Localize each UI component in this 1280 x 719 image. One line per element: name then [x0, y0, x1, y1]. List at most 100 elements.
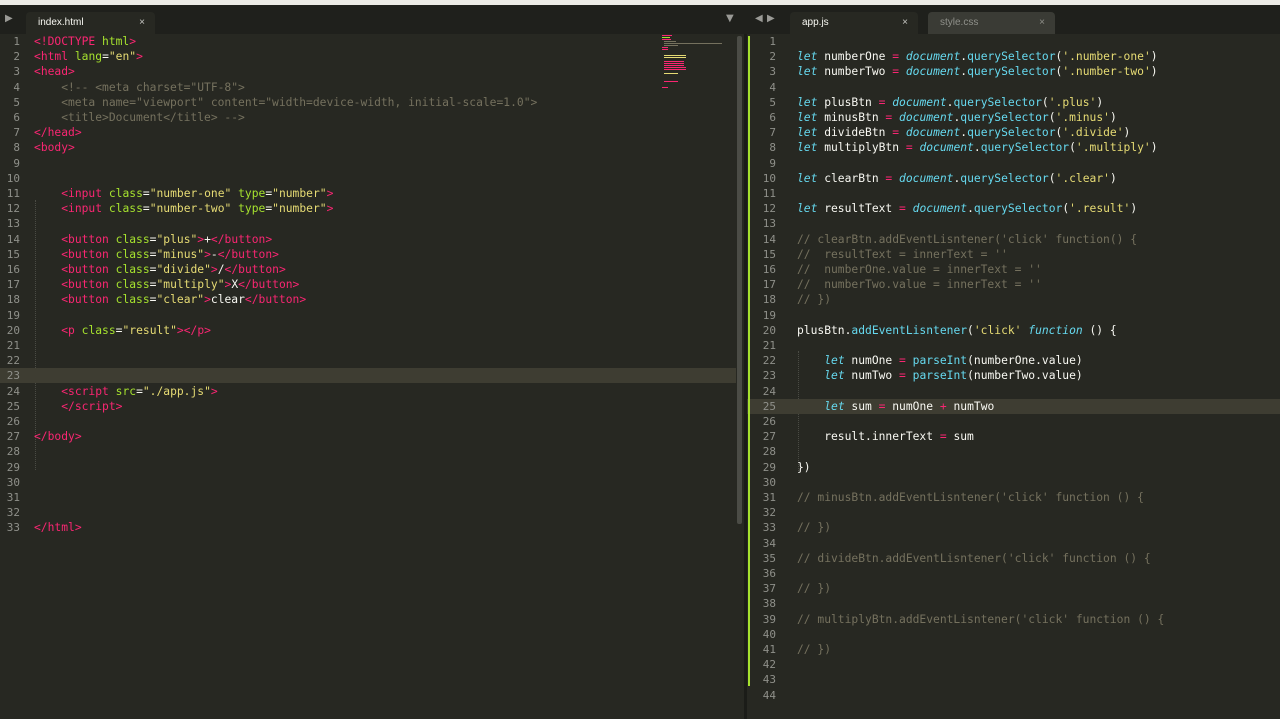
code-line[interactable]: 44	[747, 688, 1280, 703]
code-line[interactable]: 2 let numberOne = document.querySelector(…	[747, 49, 1280, 64]
code-line[interactable]: 39 // multiplyBtn.addEventLisntener('clic…	[747, 612, 1280, 627]
code-token: /	[217, 263, 225, 276]
code-line[interactable]: 30	[747, 475, 1280, 490]
code-line[interactable]: 3 <head>	[0, 64, 736, 79]
code-line[interactable]: 11	[747, 186, 1280, 201]
tab-style-css[interactable]: style.css ×	[928, 12, 1055, 34]
code-line[interactable]: 1	[747, 34, 1280, 49]
code-line[interactable]: 29	[0, 460, 736, 475]
code-line[interactable]: 18 <button class="clear">clear</button>	[0, 292, 736, 307]
tab-app-js[interactable]: app.js ×	[790, 12, 918, 34]
code-line[interactable]: 34	[747, 536, 1280, 551]
code-line[interactable]: 32	[0, 505, 736, 520]
code-line[interactable]: 33 // })	[747, 520, 1280, 535]
code-text: <head>	[34, 64, 75, 79]
code-line[interactable]: 3 let numberTwo = document.querySelector(…	[747, 64, 1280, 79]
tab-dropdown-icon[interactable]: ▼	[726, 13, 734, 25]
code-line[interactable]: 14 <button class="plus">+</button>	[0, 232, 736, 247]
code-line[interactable]: 36	[747, 566, 1280, 581]
code-line[interactable]: 8 <body>	[0, 140, 736, 155]
code-line[interactable]: 26	[747, 414, 1280, 429]
code-line[interactable]: 22 let numOne = parseInt(numberOne.value…	[747, 353, 1280, 368]
code-line[interactable]: 9	[747, 156, 1280, 171]
code-line[interactable]: 22	[0, 353, 736, 368]
close-icon[interactable]: ×	[1039, 12, 1045, 34]
code-line[interactable]: 6 let minusBtn = document.querySelector('…	[747, 110, 1280, 125]
code-line[interactable]: 7 let divideBtn = document.querySelector(…	[747, 125, 1280, 140]
code-line[interactable]: 37 // })	[747, 581, 1280, 596]
code-line[interactable]: 25 </script>	[0, 399, 736, 414]
code-line[interactable]: 19	[747, 308, 1280, 323]
code-line[interactable]: 19	[0, 308, 736, 323]
code-line[interactable]: 41 // })	[747, 642, 1280, 657]
code-line[interactable]: 31 // minusBtn.addEventLisntener('click' …	[747, 490, 1280, 505]
code-line[interactable]: 20 plusBtn.addEventLisntener('click' func…	[747, 323, 1280, 338]
code-line[interactable]: 21	[0, 338, 736, 353]
sidebar-toggle-icon[interactable]: ▶	[5, 13, 13, 25]
code-token: -	[210, 247, 218, 261]
code-line[interactable]: 27 </body>	[0, 429, 736, 444]
code-line[interactable]: 28	[0, 444, 736, 459]
code-line[interactable]: 4	[747, 80, 1280, 95]
code-line[interactable]: 23 let numTwo = parseInt(numberTwo.value…	[747, 368, 1280, 383]
code-line[interactable]: 12 <input class="number-two" type="numbe…	[0, 201, 736, 216]
line-number: 2	[769, 50, 776, 64]
code-line[interactable]: 7 </head>	[0, 125, 736, 140]
code-line[interactable]: 43	[747, 672, 1280, 687]
code-line[interactable]: 42	[747, 657, 1280, 672]
code-line[interactable]: 30	[0, 475, 736, 490]
code-line[interactable]: 27 result.innerText = sum	[747, 429, 1280, 444]
code-line[interactable]: 29})	[747, 460, 1280, 475]
code-line[interactable]: 2 <html lang="en">	[0, 49, 736, 64]
code-line[interactable]: 15 <button class="minus">-</button>	[0, 247, 736, 262]
code-line[interactable]: 6 <title>Document</title> -->	[0, 110, 736, 125]
code-line[interactable]: 17 <button class="multiply">X</button>	[0, 277, 736, 292]
code-line[interactable]: 15 // resultText = innerText = ''	[747, 247, 1280, 262]
code-line[interactable]: 20 <p class="result"></p>	[0, 323, 736, 338]
code-line[interactable]: 16 // numberOne.value = innerText = ''	[747, 262, 1280, 277]
code-line[interactable]: 9	[0, 156, 736, 171]
line-number: 2	[13, 50, 20, 64]
code-line[interactable]: 21	[747, 338, 1280, 353]
code-line[interactable]: 35 // divideBtn.addEventLisntener('click'…	[747, 551, 1280, 566]
code-line[interactable]: 33 </html>	[0, 520, 736, 535]
nav-back-icon[interactable]: ◀	[755, 13, 763, 25]
nav-forward-icon[interactable]: ▶	[767, 13, 775, 25]
code-text: })	[797, 460, 811, 475]
close-icon[interactable]: ×	[139, 12, 145, 34]
code-line[interactable]: 10 let clearBtn = document.querySelector(…	[747, 171, 1280, 186]
code-line[interactable]: 32	[747, 505, 1280, 520]
code-line[interactable]: 40	[747, 627, 1280, 642]
tab-index-html[interactable]: index.html ×	[26, 12, 155, 34]
code-line[interactable]: 11 <input class="number-one" type="numbe…	[0, 186, 736, 201]
code-line[interactable]: 16 <button class="divide">/</button>	[0, 262, 736, 277]
code-line[interactable]: 10	[0, 171, 736, 186]
line-number: 18	[762, 293, 776, 307]
code-line[interactable]: 18 // })	[747, 292, 1280, 307]
code-line[interactable]: 24 <script src="./app.js">	[0, 384, 736, 399]
code-line[interactable]: 25 let sum = numOne + numTwo	[747, 399, 1280, 414]
code-line[interactable]: 1 <!DOCTYPE html>	[0, 34, 736, 49]
code-line[interactable]: 5 <meta name="viewport" content="width=d…	[0, 95, 736, 110]
editor-pane-index-html[interactable]: 1 <!DOCTYPE html> 2 <html lang="en"> 3 <head>…	[0, 34, 736, 719]
code-line[interactable]: 8 let multiplyBtn = document.querySelecto…	[747, 140, 1280, 155]
code-line[interactable]: 23	[0, 368, 736, 383]
code-line[interactable]: 5 let plusBtn = document.querySelector('.…	[747, 95, 1280, 110]
code-line[interactable]: 17 // numberTwo.value = innerText = ''	[747, 277, 1280, 292]
code-line[interactable]: 38	[747, 596, 1280, 611]
code-line[interactable]: 14 // clearBtn.addEventLisntener('click' …	[747, 232, 1280, 247]
close-icon[interactable]: ×	[902, 12, 908, 34]
code-line[interactable]: 13	[747, 216, 1280, 231]
code-line[interactable]: 12 let resultText = document.querySelecto…	[747, 201, 1280, 216]
code-line[interactable]: 13	[0, 216, 736, 231]
code-token: querySelector	[967, 65, 1056, 79]
code-line[interactable]: 26	[0, 414, 736, 429]
code-line[interactable]: 24	[747, 384, 1280, 399]
code-line[interactable]: 28	[747, 444, 1280, 459]
code-line[interactable]: 31	[0, 490, 736, 505]
code-line[interactable]: 4 <!-- <meta charset="UTF-8">	[0, 80, 736, 95]
line-number: 13	[762, 217, 776, 231]
editor-pane-app-js[interactable]: 1 2 let numberOne = document.querySelector…	[747, 34, 1280, 719]
scrollbar[interactable]	[737, 36, 742, 524]
